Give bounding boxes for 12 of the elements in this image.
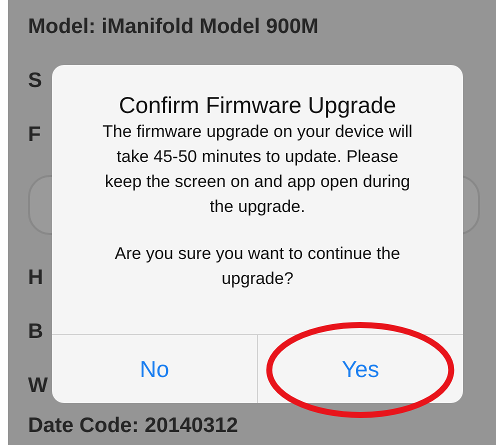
info-label: F: [28, 123, 41, 147]
info-label: Model: iManifold Model 900M: [28, 15, 319, 39]
info-label: B: [28, 320, 44, 344]
info-label: Date Code: 20140312: [28, 414, 238, 438]
info-label: S: [28, 69, 42, 93]
dialog-message: The firmware upgrade on your device will take 45-50 minutes to update. Please keep the screen on and app open during the upgrade.: [102, 121, 414, 218]
dialog-message: Are you sure you want to continue the upgrade?: [114, 243, 402, 290]
info-label: W: [28, 374, 48, 398]
confirm-button[interactable]: Yes: [257, 335, 463, 403]
info-label: H: [28, 266, 44, 290]
dialog-title: Confirm Firmware Upgrade: [118, 91, 396, 119]
cancel-button[interactable]: No: [52, 335, 257, 403]
